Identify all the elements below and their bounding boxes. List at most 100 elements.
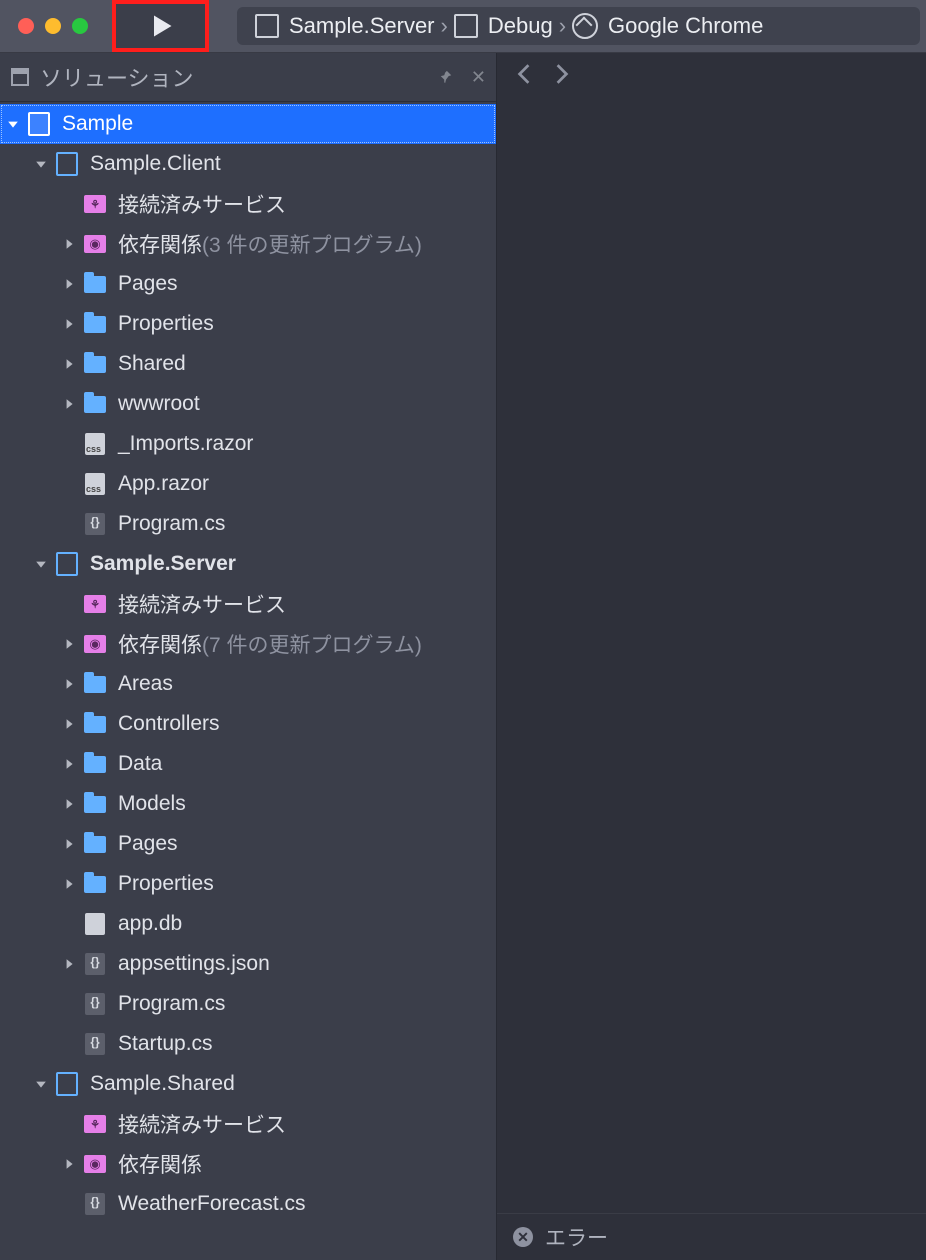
dependencies-icon: ◉ — [84, 235, 106, 253]
run-configuration[interactable]: Debug — [454, 13, 553, 39]
tree-item[interactable]: _Imports.razor — [0, 424, 496, 464]
tree-item[interactable]: Properties — [0, 304, 496, 344]
tree-expander[interactable] — [62, 277, 76, 291]
tree-item[interactable]: Startup.cs — [0, 1024, 496, 1064]
connected-service-icon: ⚘ — [84, 1115, 106, 1133]
tree-expander[interactable] — [62, 757, 76, 771]
tree-item[interactable]: Pages — [0, 264, 496, 304]
tree-item[interactable]: Sample.Server — [0, 544, 496, 584]
tree-item-label: 接続済みサービス — [118, 189, 286, 219]
tree-item[interactable]: Shared — [0, 344, 496, 384]
expander-closed-icon — [63, 358, 75, 370]
solution-icon — [28, 112, 50, 136]
window-controls — [18, 18, 88, 34]
tree-item-label: 依存関係 — [118, 629, 202, 659]
tree-expander[interactable] — [62, 877, 76, 891]
run-browser[interactable]: Google Chrome — [572, 13, 763, 39]
tree-item[interactable]: Areas — [0, 664, 496, 704]
solution-tree[interactable]: SampleSample.Client⚘接続済みサービス◉依存関係 (3 件の更… — [0, 102, 496, 1260]
tree-item-label: _Imports.razor — [118, 432, 253, 456]
close-panel-button[interactable]: ✕ — [471, 67, 486, 88]
razor-file-icon — [85, 433, 105, 455]
titlebar: Sample.Server › Debug › Google Chrome — [0, 0, 926, 53]
tree-item[interactable]: wwwroot — [0, 384, 496, 424]
maximize-window-button[interactable] — [72, 18, 88, 34]
play-icon — [147, 12, 175, 40]
tree-expander[interactable] — [62, 237, 76, 251]
tree-item[interactable]: App.razor — [0, 464, 496, 504]
pin-icon — [439, 70, 453, 84]
pin-panel-button[interactable] — [439, 70, 453, 84]
tree-item-label: app.db — [118, 912, 182, 936]
chevron-right-icon — [555, 63, 569, 85]
tree-item[interactable]: ◉依存関係 (3 件の更新プログラム) — [0, 224, 496, 264]
tree-item-label: Program.cs — [118, 512, 225, 536]
tree-item[interactable]: Sample — [0, 104, 496, 144]
folder-icon — [84, 676, 106, 693]
expander-closed-icon — [63, 398, 75, 410]
dependencies-icon: ◉ — [84, 1155, 106, 1173]
expander-open-icon — [35, 158, 47, 170]
folder-icon — [84, 396, 106, 413]
tree-expander[interactable] — [6, 117, 20, 131]
tree-item-label: Properties — [118, 872, 214, 896]
tree-expander[interactable] — [62, 397, 76, 411]
tree-item-label: Controllers — [118, 712, 220, 736]
tree-expander[interactable] — [62, 677, 76, 691]
run-target-selector[interactable]: Sample.Server › Debug › Google Chrome — [237, 7, 920, 45]
tree-item-label: 依存関係 — [118, 1149, 202, 1179]
tree-item[interactable]: Properties — [0, 864, 496, 904]
tree-item-label: App.razor — [118, 472, 209, 496]
tree-item[interactable]: Models — [0, 784, 496, 824]
tree-item[interactable]: Controllers — [0, 704, 496, 744]
tree-item[interactable]: ◉ 依存関係 — [0, 1144, 496, 1184]
tree-item[interactable]: ◉依存関係 (7 件の更新プログラム) — [0, 624, 496, 664]
folder-icon — [84, 796, 106, 813]
tree-item[interactable]: Sample.Shared — [0, 1064, 496, 1104]
tree-expander[interactable] — [62, 357, 76, 371]
editor-nav-bar — [497, 53, 926, 101]
tree-item[interactable]: Program.cs — [0, 984, 496, 1024]
tree-item-label: Pages — [118, 272, 178, 296]
run-browser-label: Google Chrome — [608, 13, 763, 39]
folder-icon — [84, 716, 106, 733]
tree-expander[interactable] — [62, 717, 76, 731]
close-window-button[interactable] — [18, 18, 34, 34]
minimize-window-button[interactable] — [45, 18, 61, 34]
tree-expander[interactable] — [34, 157, 48, 171]
tree-item[interactable]: app.db — [0, 904, 496, 944]
error-panel-header[interactable]: ✕ エラー — [497, 1213, 926, 1260]
project-icon — [56, 552, 78, 576]
run-target-project[interactable]: Sample.Server — [255, 13, 435, 39]
tree-item[interactable]: Data — [0, 744, 496, 784]
csharp-file-icon — [85, 1033, 105, 1055]
tree-item[interactable]: ⚘接続済みサービス — [0, 584, 496, 624]
nav-back-button[interactable] — [517, 63, 531, 91]
tree-item[interactable]: appsettings.json — [0, 944, 496, 984]
breadcrumb-separator: › — [439, 13, 450, 39]
tree-item[interactable]: Sample.Client — [0, 144, 496, 184]
tree-item-label: Sample — [62, 112, 133, 136]
tree-expander[interactable] — [62, 797, 76, 811]
tree-expander[interactable] — [62, 1157, 76, 1171]
run-button[interactable] — [112, 0, 209, 52]
tree-expander[interactable] — [62, 317, 76, 331]
project-icon — [56, 1072, 78, 1096]
tree-item[interactable]: Pages — [0, 824, 496, 864]
tree-item[interactable]: ⚘接続済みサービス — [0, 1104, 496, 1144]
tree-expander[interactable] — [34, 1077, 48, 1091]
error-icon: ✕ — [513, 1227, 533, 1247]
tree-item-suffix: (3 件の更新プログラム) — [202, 229, 422, 259]
tree-item[interactable]: WeatherForecast.cs — [0, 1184, 496, 1224]
tree-item[interactable]: ⚘接続済みサービス — [0, 184, 496, 224]
expander-closed-icon — [63, 758, 75, 770]
folder-icon — [84, 316, 106, 333]
nav-forward-button[interactable] — [555, 63, 569, 91]
tree-expander[interactable] — [62, 837, 76, 851]
expander-closed-icon — [63, 238, 75, 250]
tree-expander[interactable] — [62, 637, 76, 651]
tree-expander[interactable] — [62, 957, 76, 971]
tree-item-label: wwwroot — [118, 392, 200, 416]
tree-expander[interactable] — [34, 557, 48, 571]
tree-item[interactable]: Program.cs — [0, 504, 496, 544]
